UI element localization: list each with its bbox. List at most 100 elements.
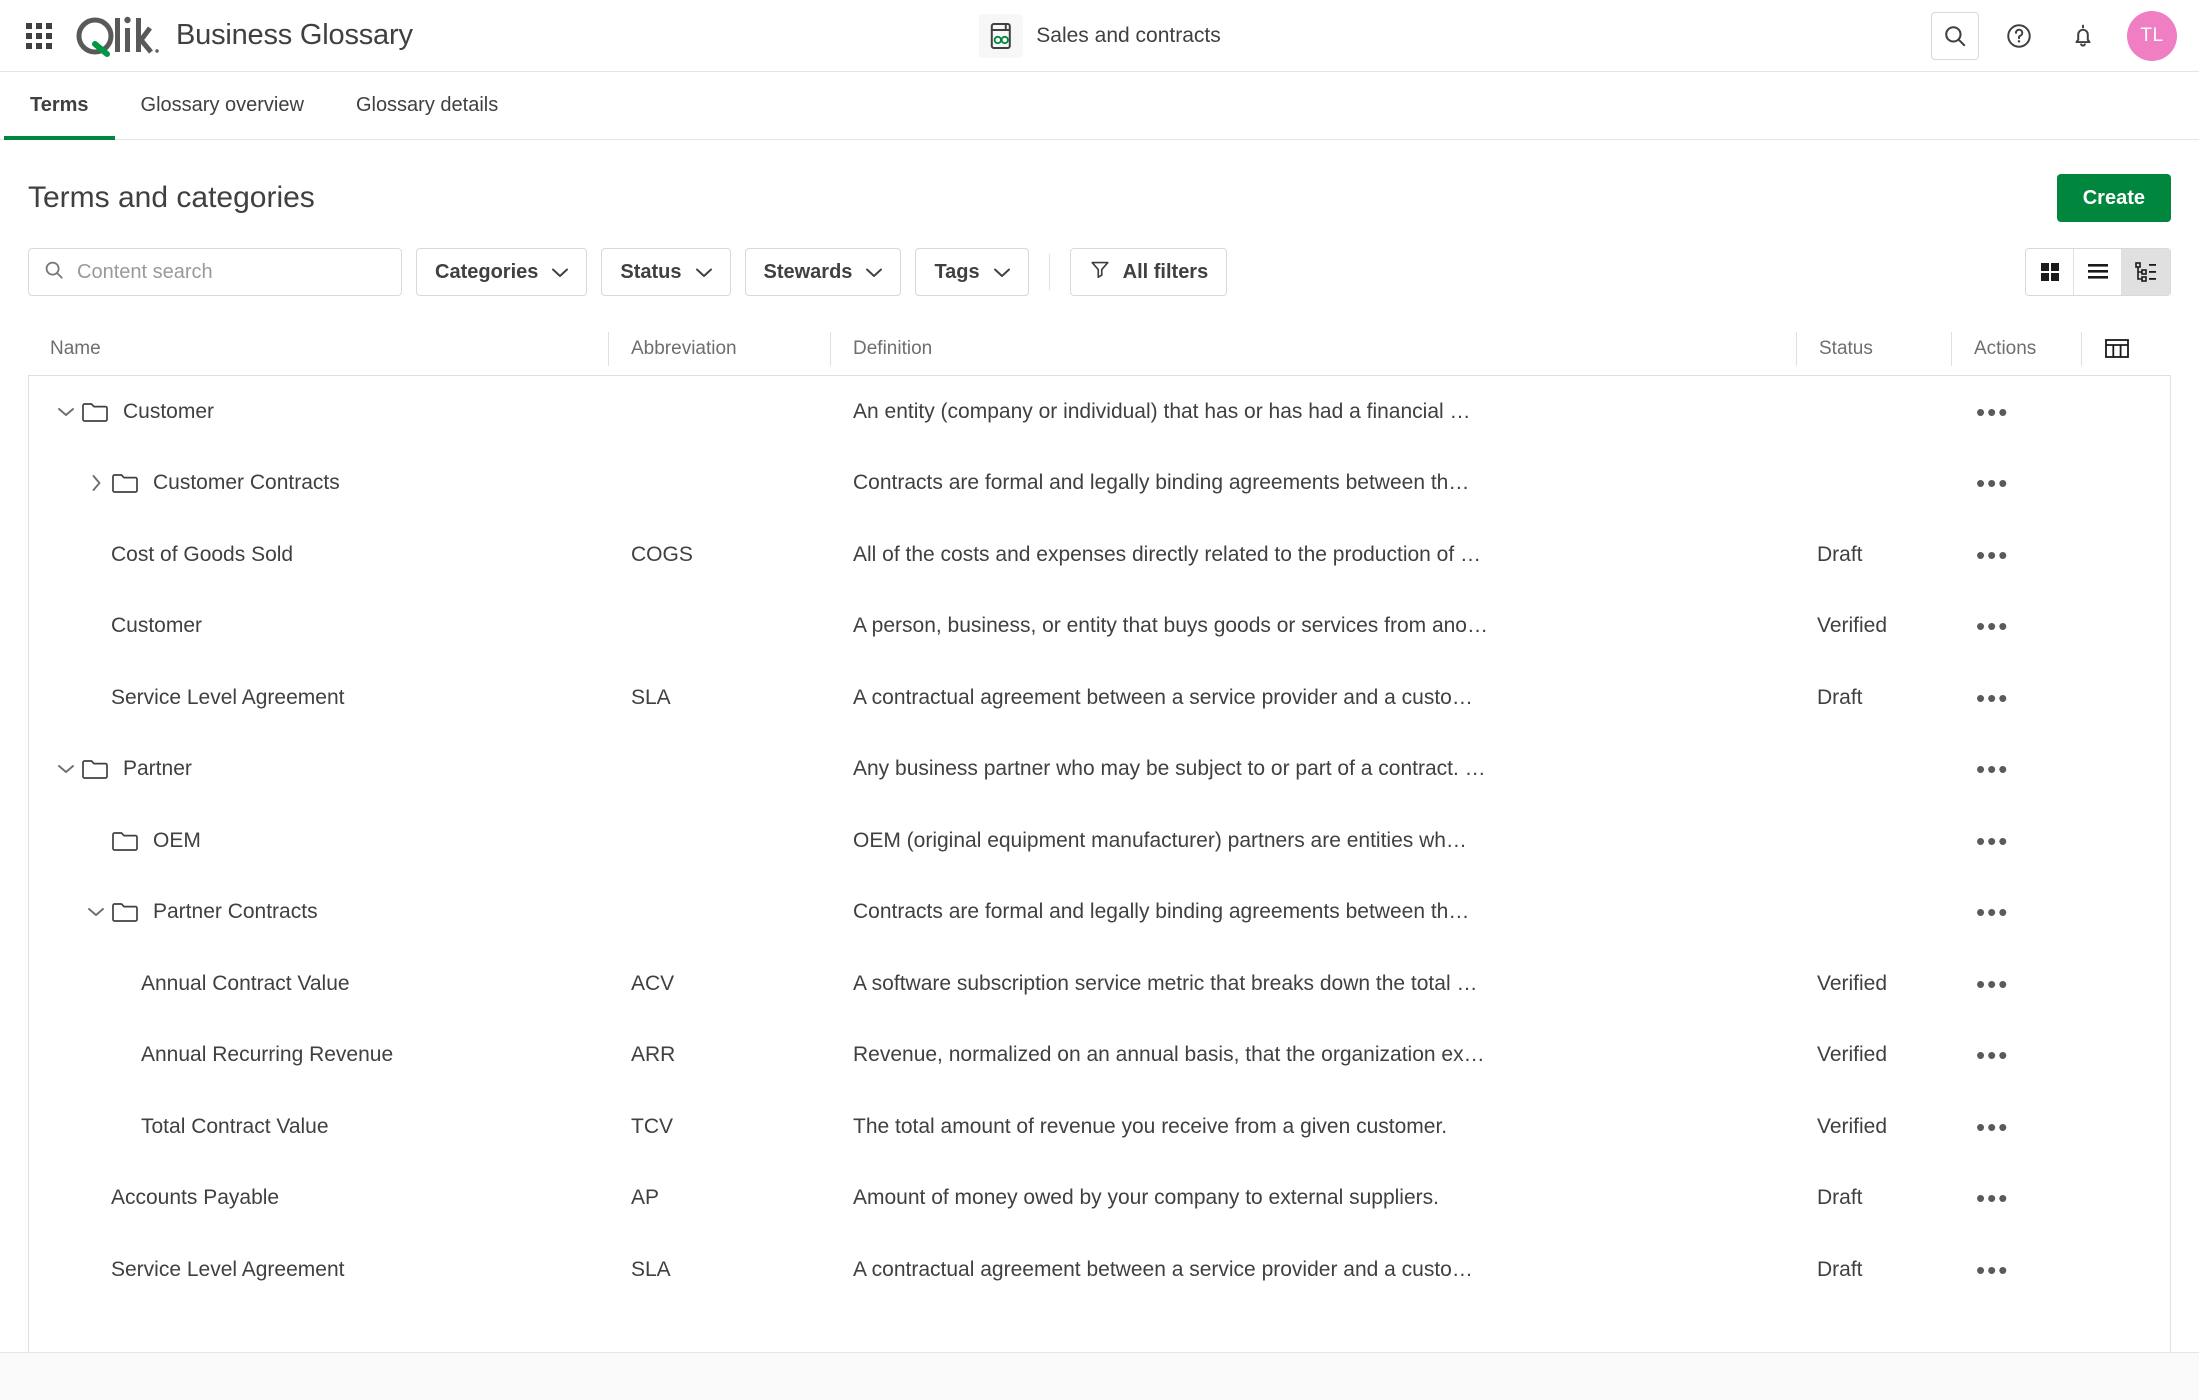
table-row[interactable]: Customer Contracts Contracts are formal a… [29, 448, 2170, 520]
avatar[interactable]: TL [2127, 10, 2177, 61]
status-badge: Draft [1817, 1257, 1863, 1281]
help-circle-icon[interactable] [1995, 12, 2043, 60]
table-row[interactable]: Customer An entity (company or individual… [29, 376, 2170, 448]
page-title: Terms and categories [28, 181, 315, 214]
table-row[interactable]: Service Level Agreement SLA A contractual … [29, 662, 2170, 734]
row-more-actions-icon[interactable]: ••• [1972, 607, 2013, 645]
search-field[interactable] [28, 248, 402, 296]
list-view-button[interactable] [2074, 249, 2122, 295]
qlik-logo[interactable] [74, 14, 162, 58]
search-icon[interactable] [1931, 11, 1979, 60]
row-more-actions-icon[interactable]: ••• [1972, 750, 2013, 788]
view-mode-toggle [2025, 248, 2171, 296]
row-name-label: Partner Contracts [153, 900, 318, 924]
status-badge: Verified [1817, 971, 1888, 995]
row-spacer-cell [2080, 376, 2170, 448]
row-more-actions-icon[interactable]: ••• [1972, 1179, 2013, 1217]
row-name-cell: Customer [29, 376, 609, 448]
row-actions-cell: ••• [1950, 1163, 2080, 1235]
search-input[interactable] [77, 260, 387, 284]
table-row[interactable]: Accounts Payable AP Amount of money owed b… [29, 1163, 2170, 1235]
table-row[interactable]: Annual Contract Value ACV A software subsc… [29, 948, 2170, 1020]
row-actions-cell: ••• [1950, 734, 2080, 806]
filter-stewards-button[interactable]: Stewards [744, 248, 902, 296]
status-badge: Verified [1817, 1043, 1888, 1067]
column-header-status[interactable]: Status [1796, 331, 1951, 366]
status-badge [1795, 805, 1950, 877]
chevron-down-icon [993, 261, 1010, 284]
row-spacer-cell [2080, 519, 2170, 591]
chevron-down-icon[interactable] [51, 763, 81, 775]
row-actions-cell: ••• [1950, 1091, 2080, 1163]
row-actions-cell: ••• [1950, 877, 2080, 949]
row-name-label: Customer [111, 614, 203, 638]
row-more-actions-icon[interactable]: ••• [1972, 679, 2013, 717]
column-header-definition[interactable]: Definition [830, 331, 1796, 366]
tab-glossary-details[interactable]: Glossary details [330, 72, 524, 139]
row-more-actions-icon[interactable]: ••• [1972, 1036, 2013, 1074]
table-row[interactable]: Partner Contracts Contracts are formal an… [29, 877, 2170, 949]
row-abbreviation-cell: COGS [631, 542, 693, 566]
column-header-abbreviation[interactable]: Abbreviation [608, 331, 830, 366]
chevron-down-icon [866, 261, 883, 284]
table-row[interactable]: Annual Recurring Revenue ARR Revenue, norm… [29, 1020, 2170, 1092]
bell-icon[interactable] [2059, 12, 2107, 60]
row-more-actions-icon[interactable]: ••• [1972, 393, 2013, 431]
page-app-title: Business Glossary [176, 19, 413, 51]
row-more-actions-icon[interactable]: ••• [1972, 1108, 2013, 1146]
row-more-actions-icon[interactable]: ••• [1972, 893, 2013, 931]
filter-status-button[interactable]: Status [601, 248, 731, 296]
table-header-row: Name Abbreviation Definition Status Acti… [28, 322, 2171, 376]
row-spacer-cell [2080, 448, 2170, 520]
row-spacer-cell [2080, 1091, 2170, 1163]
table-row[interactable]: Service Level Agreement SLA A contractual … [29, 1234, 2170, 1306]
row-more-actions-icon[interactable]: ••• [1972, 536, 2013, 574]
page-header: Terms and categories Create [28, 140, 2171, 248]
row-more-actions-icon[interactable]: ••• [1972, 1251, 2013, 1289]
row-abbreviation-cell: TCV [631, 1114, 673, 1138]
chevron-right-icon[interactable] [81, 474, 111, 492]
page-footer-area [0, 1352, 2199, 1400]
chevron-down-icon[interactable] [81, 906, 111, 918]
table-columns-icon[interactable] [2081, 331, 2171, 366]
table-row[interactable]: Customer A person, business, or entity th… [29, 591, 2170, 663]
filter-tags-button[interactable]: Tags [915, 248, 1029, 296]
folder-icon [81, 400, 109, 424]
table-row[interactable]: Total Contract Value TCV The total amount … [29, 1091, 2170, 1163]
row-name-label: Accounts Payable [111, 1186, 280, 1210]
table-row[interactable]: OEM OEM (original equipment manufacturer)… [29, 805, 2170, 877]
folder-icon [111, 471, 139, 495]
filter-funnel-icon [1089, 258, 1111, 286]
row-more-actions-icon[interactable]: ••• [1972, 965, 2013, 1003]
row-spacer-cell [2080, 1163, 2170, 1235]
filter-stewards-label: Stewards [763, 260, 853, 283]
row-name-label: Partner [123, 757, 192, 781]
app-launcher-icon[interactable] [22, 19, 56, 53]
grid-view-button[interactable] [2026, 249, 2074, 295]
row-abbreviation-cell: AP [631, 1186, 660, 1210]
row-definition-cell: A software subscription service metric t… [853, 971, 1478, 995]
row-abbreviation-cell: SLA [631, 1257, 671, 1281]
row-name-label: Customer [123, 399, 215, 423]
chevron-down-icon[interactable] [51, 406, 81, 418]
tab-glossary-overview-label: Glossary overview [140, 94, 304, 116]
filter-categories-button[interactable]: Categories [416, 248, 588, 296]
row-name-cell: Total Contract Value [29, 1091, 609, 1163]
table-row[interactable]: Cost of Goods Sold COGS All of the costs a… [29, 519, 2170, 591]
tree-view-button[interactable] [2122, 249, 2170, 295]
row-more-actions-icon[interactable]: ••• [1972, 822, 2013, 860]
tab-terms[interactable]: Terms [4, 72, 115, 140]
column-header-name[interactable]: Name [28, 332, 608, 366]
all-filters-label: All filters [1122, 260, 1209, 283]
space-selector[interactable]: Sales and contracts [968, 8, 1230, 64]
row-name-label: Service Level Agreement [111, 685, 345, 709]
glossary-icon [978, 13, 1023, 58]
tab-glossary-overview[interactable]: Glossary overview [115, 72, 330, 139]
all-filters-button[interactable]: All filters [1069, 248, 1228, 296]
tab-terms-label: Terms [30, 94, 89, 116]
row-definition-cell: A person, business, or entity that buys … [853, 614, 1488, 638]
row-more-actions-icon[interactable]: ••• [1972, 464, 2013, 502]
row-abbreviation-cell [609, 734, 831, 806]
create-button[interactable]: Create [2056, 174, 2171, 222]
table-row[interactable]: Partner Any business partner who may be s… [29, 734, 2170, 806]
